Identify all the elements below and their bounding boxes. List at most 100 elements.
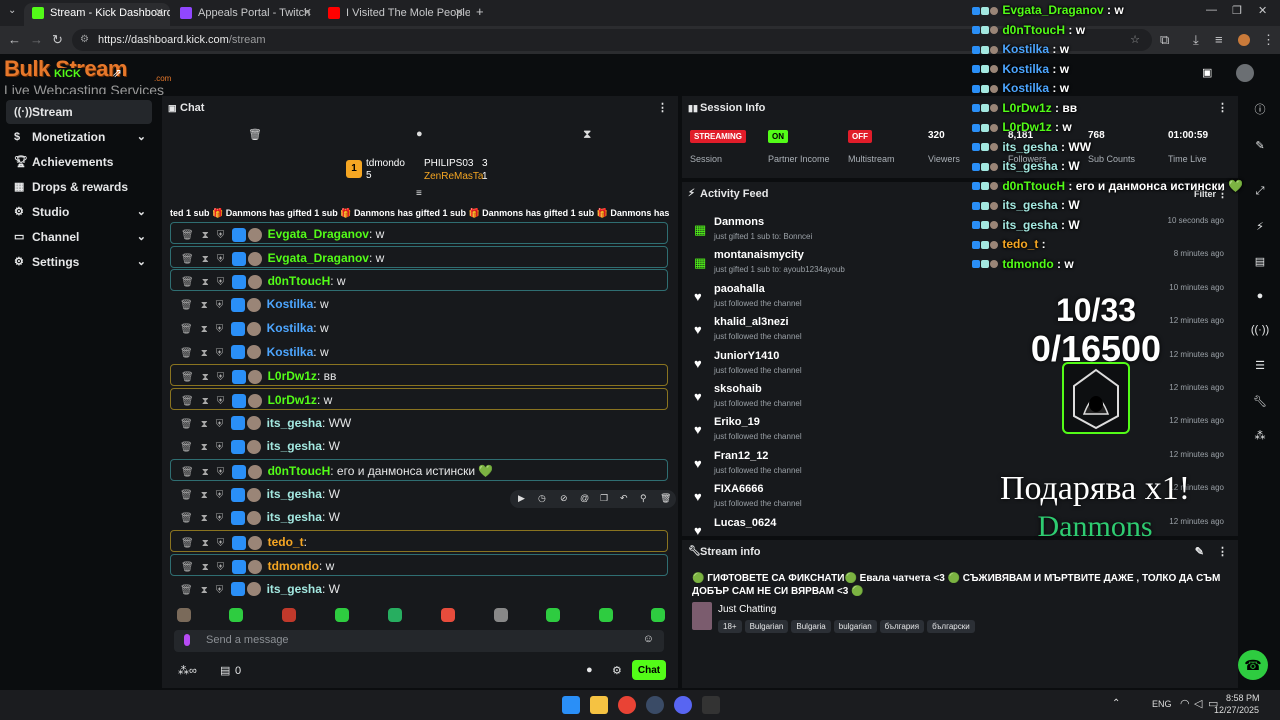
- new-tab-icon[interactable]: +: [476, 4, 484, 19]
- delete-message-icon[interactable]: 🗑︎: [180, 490, 193, 501]
- emote[interactable]: [441, 608, 455, 622]
- expand-icon[interactable]: ⤢: [1250, 181, 1270, 201]
- layers-icon[interactable]: ☰: [1250, 356, 1270, 376]
- shield-icon[interactable]: ⛨: [216, 585, 224, 596]
- close-tab-icon[interactable]: ✕: [455, 3, 464, 23]
- activity-user[interactable]: paoahalla: [714, 283, 765, 295]
- emoji-icon[interactable]: ☺: [643, 633, 654, 645]
- chat-message[interactable]: 🗑︎ ⧗ ⛨ Kostilka: w: [170, 341, 668, 363]
- delete-message-icon[interactable]: 🗑︎: [180, 348, 193, 359]
- chat-username[interactable]: its_gesha: [267, 487, 322, 501]
- activity-user[interactable]: FIXA6666: [714, 483, 764, 495]
- download-icon[interactable]: ⤓: [1193, 32, 1199, 48]
- chrome-icon[interactable]: [618, 696, 636, 714]
- chat-username[interactable]: Kostilka: [267, 345, 314, 359]
- chat-username[interactable]: Kostilka: [267, 321, 314, 335]
- back-icon[interactable]: ←: [8, 32, 21, 47]
- delete-message-icon[interactable]: 🗑︎: [181, 254, 194, 265]
- chat-mode-icon[interactable]: ●: [416, 128, 423, 140]
- browser-menu-icon[interactable]: ⋮: [1262, 32, 1275, 48]
- notes-icon[interactable]: ▤: [1250, 252, 1270, 272]
- file-explorer-icon[interactable]: [590, 696, 608, 714]
- delete-message-icon[interactable]: 🗑︎: [181, 277, 194, 288]
- chat-menu-icon[interactable]: ⋮: [657, 96, 668, 120]
- chat-message[interactable]: 🗑︎ ⧗ ⛨ Kostilka: w: [170, 293, 668, 315]
- shield-icon[interactable]: ⛨: [217, 538, 225, 549]
- forward-icon[interactable]: →: [30, 32, 43, 47]
- emote[interactable]: [546, 608, 560, 622]
- chat-icon[interactable]: ●: [1250, 286, 1270, 306]
- delete-message-icon[interactable]: 🗑︎: [181, 396, 194, 407]
- window-close-icon[interactable]: ✕: [1258, 4, 1267, 17]
- tag[interactable]: bulgarian: [833, 620, 877, 633]
- category-name[interactable]: Just Chatting: [718, 604, 776, 615]
- tag[interactable]: 18+: [718, 620, 742, 633]
- shield-icon[interactable]: ⛨: [216, 300, 224, 311]
- activity-user[interactable]: Danmons: [714, 216, 764, 228]
- delete-message-icon[interactable]: 🗑︎: [180, 513, 193, 524]
- tab-twitch-appeals[interactable]: Appeals Portal - Twitch ✕: [172, 3, 318, 26]
- delete-message-icon[interactable]: 🗑︎: [180, 585, 193, 596]
- support-chat-button[interactable]: ☎: [1238, 650, 1268, 680]
- delete-message-icon[interactable]: 🗑︎: [180, 419, 193, 430]
- minimize-icon[interactable]: —: [1206, 4, 1217, 16]
- overlay-icon[interactable]: ▣: [1202, 66, 1212, 79]
- delete-message-icon[interactable]: 🗑︎: [181, 562, 194, 573]
- delete-message-icon[interactable]: 🗑︎: [181, 230, 194, 241]
- close-tab-icon[interactable]: ✕: [155, 3, 164, 23]
- sidebar-item-stream[interactable]: ((·)) Stream: [6, 100, 152, 124]
- activity-item[interactable]: ♥ sksohaib just followed the channel 12 min…: [690, 381, 1230, 413]
- edit-icon[interactable]: ✎: [1250, 136, 1270, 156]
- shield-icon[interactable]: ⛨: [217, 277, 225, 288]
- shield-icon[interactable]: ⛨: [216, 513, 224, 524]
- info-icon[interactable]: ⓘ: [1250, 100, 1270, 120]
- chat-message[interactable]: 🗑︎ ⧗ ⛨ its_gesha: W: [170, 483, 668, 505]
- emote[interactable]: [388, 608, 402, 622]
- chat-message[interactable]: 🗑︎ ⧗ ⛨ its_gesha: W: [170, 435, 668, 457]
- shield-icon[interactable]: ⛨: [217, 396, 225, 407]
- tab-kick-dashboard[interactable]: Stream - Kick Dashboard ✕: [24, 3, 170, 26]
- menu-toggle-icon[interactable]: ⇗: [112, 66, 122, 80]
- activity-user[interactable]: Eriko_19: [714, 416, 760, 428]
- emote[interactable]: [229, 608, 243, 622]
- chat-username[interactable]: tdmondo: [268, 559, 319, 573]
- activity-user[interactable]: khalid_al3nezi: [714, 316, 789, 328]
- timeout-hourglass-icon[interactable]: ⧗: [202, 372, 209, 383]
- timeout-hourglass-icon[interactable]: ⧗: [202, 562, 209, 573]
- chat-bubble-icon[interactable]: ●: [586, 664, 593, 676]
- bookmark-star-icon[interactable]: ☆: [1130, 29, 1140, 51]
- timeout-hourglass-icon[interactable]: ⧗: [201, 490, 208, 501]
- timeout-hourglass-icon[interactable]: ⧗: [201, 513, 208, 524]
- tag[interactable]: Bulgaria: [791, 620, 831, 633]
- chat-username[interactable]: Evgata_Draganov: [268, 251, 369, 265]
- shield-icon[interactable]: ⛨: [216, 419, 224, 430]
- timeout-hourglass-icon[interactable]: ⧗: [201, 585, 208, 596]
- profile-avatar-icon[interactable]: [1238, 34, 1250, 46]
- activity-item[interactable]: ▦ montanaismycity just gifted 1 sub to: ay…: [690, 247, 1230, 279]
- activity-user[interactable]: JuniorY1410: [714, 350, 779, 362]
- sidebar-item-drops[interactable]: ▦ Drops & rewards: [6, 175, 152, 199]
- shield-icon[interactable]: ⛨: [217, 562, 225, 573]
- tag[interactable]: българия: [879, 620, 925, 633]
- timeout-hourglass-icon[interactable]: ⧗: [202, 538, 209, 549]
- timeout-hourglass-icon[interactable]: ⧗: [202, 277, 209, 288]
- sidebar-item-achievements[interactable]: 🏆︎ Achievements: [6, 150, 152, 174]
- chat-username[interactable]: tedo_t: [268, 535, 304, 549]
- shield-icon[interactable]: ⛨: [216, 348, 224, 359]
- close-tab-icon[interactable]: ✕: [303, 3, 312, 23]
- stream-info-menu-icon[interactable]: ⋮: [1217, 540, 1228, 564]
- community-icon[interactable]: ⁂: [1250, 426, 1270, 446]
- slow-mode-hourglass-icon[interactable]: ⧗: [583, 127, 591, 142]
- timeout-hourglass-icon[interactable]: ⧗: [202, 230, 209, 241]
- chat-input-box[interactable]: Send a message ☺: [174, 630, 664, 652]
- chat-message[interactable]: 🗑︎ ⧗ ⛨ tdmondo: w: [170, 553, 668, 576]
- session-menu-icon[interactable]: ⋮: [1217, 96, 1228, 120]
- chat-message[interactable]: 🗑︎ ⧗ ⛨ its_gesha: W: [170, 578, 668, 600]
- send-chat-button[interactable]: Chat: [632, 660, 666, 680]
- tab-list-icon[interactable]: ⌄: [8, 5, 16, 16]
- chat-message[interactable]: 🗑︎ ⧗ ⛨ Evgata_Draganov: w: [170, 245, 668, 268]
- tag[interactable]: български: [927, 620, 975, 633]
- chat-message[interactable]: 🗑︎ ⧗ ⛨ Evgata_Draganov: w: [170, 222, 668, 244]
- timeout-hourglass-icon[interactable]: ⧗: [201, 348, 208, 359]
- broadcast-icon[interactable]: ((·)): [1250, 320, 1270, 340]
